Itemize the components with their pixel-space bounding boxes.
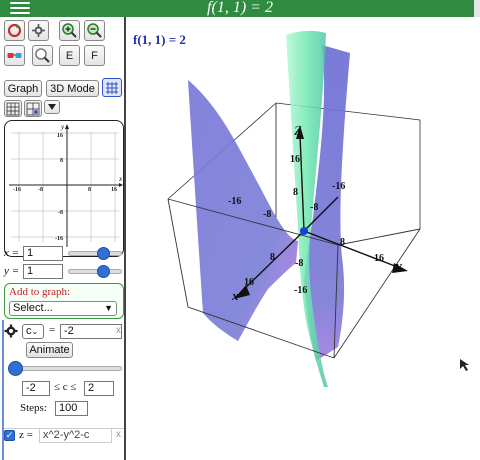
3d-glasses-icon[interactable]	[4, 45, 25, 66]
mini-y-tick: 16	[57, 133, 63, 139]
3d-mode-button[interactable]: 3D Mode	[46, 80, 99, 97]
close-icon[interactable]: x	[116, 325, 121, 336]
z-tick-m8: -8	[295, 258, 303, 269]
equation-lhs: z =	[19, 429, 33, 441]
range-label: ≤ c ≤	[54, 381, 77, 393]
e-button[interactable]: E	[59, 45, 80, 66]
evaluation-point	[300, 227, 308, 235]
y-label: y =	[4, 265, 20, 277]
parameter-max-input[interactable]: 2	[84, 381, 114, 396]
grid-view-icon[interactable]	[102, 78, 122, 97]
y-tick-16: 16	[374, 253, 384, 264]
3d-plot: Z x y 16 8 -8 -16 -16 -8 8 16 -16 -8 8 1…	[167, 30, 469, 387]
z-tick-8: 8	[293, 187, 298, 198]
axes-toggle-icon[interactable]	[24, 100, 42, 117]
chevron-down-icon: ▼	[104, 303, 113, 313]
zoom-fit-icon[interactable]	[32, 45, 53, 66]
graph-button[interactable]: Graph	[4, 80, 42, 97]
y-axis-label: y	[394, 258, 402, 273]
close-icon[interactable]: x	[116, 429, 121, 440]
y-tick-m16: -16	[332, 181, 345, 192]
parameter-value-input[interactable]: -2	[60, 324, 122, 339]
equals-sign: =	[49, 324, 56, 336]
parameter-min-input[interactable]: -2	[22, 381, 50, 396]
mini-y-tick: -8	[58, 210, 63, 216]
top-bar: f(1, 1) = 2	[0, 0, 480, 17]
equation-expression: x^2-y^2-c	[43, 429, 90, 441]
equation-visible-checkbox[interactable]: ✓	[4, 430, 15, 441]
add-to-graph-select[interactable]: Select... ▼	[9, 301, 117, 316]
add-to-graph-panel: Add to graph: Select... ▼	[4, 283, 124, 319]
control-panel: E F Graph 3D Mode x y -16 -8 8 16 16 8 -…	[0, 17, 126, 460]
grid-toggle-icon[interactable]	[4, 100, 22, 117]
top-bar-edge	[474, 0, 480, 17]
y-tick-8: 8	[340, 237, 345, 248]
zoom-in-icon[interactable]	[59, 20, 80, 41]
z-tick-m16: -16	[294, 285, 307, 296]
z-tick-16: 16	[290, 154, 300, 165]
mini-x-tick: 8	[88, 187, 91, 193]
f-button[interactable]: F	[84, 45, 105, 66]
parameter-name-select[interactable]: c⌄	[22, 324, 44, 339]
steps-input[interactable]: 100	[55, 401, 88, 416]
3d-graph-canvas[interactable]: f(1, 1) = 2 Z x y 16 8 -8 -16 -16 -8 8 1…	[128, 17, 480, 460]
x-tick-m8: -8	[263, 209, 271, 220]
mini-x-axis-label: x	[118, 175, 123, 183]
mouse-cursor-icon	[460, 359, 469, 371]
reset-view-icon[interactable]	[4, 20, 25, 41]
mini-x-tick: 16	[111, 187, 117, 193]
z-axis-label: Z	[294, 123, 302, 138]
gear-icon[interactable]	[4, 324, 18, 338]
x-slider-handle[interactable]	[97, 247, 110, 260]
zoom-out-icon[interactable]	[84, 20, 105, 41]
parameter-slider-handle[interactable]	[8, 361, 23, 376]
mini-x-tick: -8	[38, 187, 43, 193]
x-tick-16: 16	[244, 277, 254, 288]
animate-button[interactable]: Animate	[26, 342, 73, 358]
equation-input[interactable]: x^2-y^2-c	[39, 428, 112, 443]
mini-graph[interactable]: x y -16 -8 8 16 16 8 -8 -16	[4, 120, 124, 257]
x-tick-8: 8	[270, 252, 275, 263]
x-input[interactable]: 1	[23, 246, 63, 261]
add-to-graph-label: Add to graph:	[9, 286, 71, 298]
y-slider-handle[interactable]	[97, 265, 110, 278]
mini-y-tick: -16	[55, 236, 63, 242]
mini-x-tick: -16	[13, 187, 21, 193]
y-tick-m8: -8	[310, 202, 318, 213]
x-slider-track[interactable]	[68, 251, 122, 256]
x-tick-m16: -16	[228, 196, 241, 207]
x-axis-label: x	[231, 288, 239, 303]
x-label: x =	[4, 247, 20, 259]
chevron-down-icon[interactable]	[44, 100, 60, 114]
y-input[interactable]: 1	[23, 264, 63, 279]
settings-gear-icon[interactable]	[28, 20, 49, 41]
y-slider-track[interactable]	[68, 269, 122, 274]
surface-left-sheet	[188, 80, 298, 341]
mini-graph-plot: x y -16 -8 8 16 16 8 -8 -16	[9, 123, 123, 247]
parameter-slider-track[interactable]	[10, 366, 122, 371]
steps-label: Steps:	[20, 402, 47, 414]
mini-y-axis-label: y	[60, 123, 65, 131]
mini-y-tick: 8	[60, 158, 63, 164]
select-value: Select...	[13, 302, 53, 314]
page-title: f(1, 1) = 2	[207, 0, 273, 16]
